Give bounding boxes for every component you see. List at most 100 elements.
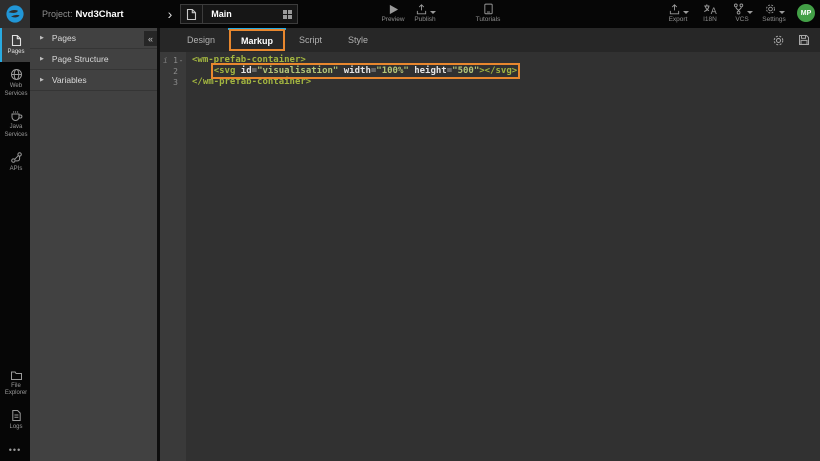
sidebar-item-web-services[interactable]: Web Services <box>0 62 30 104</box>
panel-editor-divider[interactable] <box>157 28 160 461</box>
gear-icon <box>764 2 785 15</box>
expand-triangle-icon: ▶ <box>40 56 44 62</box>
gutter-line[interactable]: 2 <box>160 66 186 77</box>
tab-script[interactable]: Script <box>286 28 335 52</box>
sidebar-bottom-group: File Explorer Logs ••• <box>0 364 30 459</box>
svg-text:A: A <box>711 7 717 15</box>
topbar-right-actions: Export A I18N VCS <box>662 2 815 23</box>
sidebar-item-label: File Explorer <box>2 383 30 399</box>
wavemaker-studio-window: Project:Nvd3Chart › Main <box>0 0 820 461</box>
project-label: Project: <box>42 9 73 19</box>
expand-triangle-icon: ▶ <box>40 77 44 83</box>
i18n-label: I18N <box>703 16 717 23</box>
publish-label: Publish <box>414 16 435 23</box>
coffee-icon <box>10 109 23 122</box>
editor-tabs-row: Design Markup Script Style <box>160 28 820 52</box>
play-icon <box>388 2 399 15</box>
code-token: width <box>344 66 371 76</box>
chevron-down-icon <box>779 11 785 14</box>
export-button[interactable]: Export <box>663 2 693 23</box>
tab-label: Markup <box>241 36 273 46</box>
ellipsis-icon: ••• <box>9 445 21 455</box>
sidebar-item-label: APIs <box>10 166 23 174</box>
tab-style[interactable]: Style <box>335 28 381 52</box>
panel-section-label: Variables <box>52 75 87 85</box>
code-token: </wm-prefab-container> <box>192 77 311 87</box>
panel-collapse-button[interactable]: « <box>144 31 157 46</box>
fold-toggle-icon[interactable]: - <box>178 55 184 66</box>
user-avatar[interactable]: MP <box>797 4 815 22</box>
code-token: "visualisation" <box>257 66 338 76</box>
code-token: ></svg> <box>479 66 517 76</box>
code-line[interactable]: </wm-prefab-container> <box>186 77 820 88</box>
grid-icon[interactable] <box>283 10 292 19</box>
preview-label: Preview <box>381 16 404 23</box>
upload-icon <box>415 2 436 15</box>
settings-button[interactable]: Settings <box>759 2 789 23</box>
code-line[interactable]: <svg id="visualisation" width="100%" hei… <box>186 66 820 77</box>
editor-gutter: i1-23 <box>160 52 186 461</box>
line-number: 3 <box>173 77 178 88</box>
tab-label: Script <box>299 35 322 45</box>
pages-panel: ▶ Pages « ▶ Page Structure ▶ Variables <box>30 28 157 461</box>
breadcrumb-chevron-icon: › <box>168 7 173 21</box>
vcs-button[interactable]: VCS <box>727 2 757 23</box>
wavemaker-logo-icon <box>5 4 25 24</box>
save-button[interactable] <box>798 34 810 46</box>
sidebar-item-logs[interactable]: Logs <box>0 403 30 437</box>
tab-label: Design <box>187 35 215 45</box>
sidebar-item-java-services[interactable]: Java Services <box>0 103 30 145</box>
project-name: Nvd3Chart <box>76 9 124 20</box>
api-connector-icon <box>10 151 23 164</box>
tab-markup[interactable]: Markup <box>228 28 286 52</box>
top-bar: Project:Nvd3Chart › Main <box>0 0 820 28</box>
code-token: height <box>414 66 447 76</box>
settings-label: Settings <box>762 16 786 23</box>
line-info-marker: i <box>163 55 168 66</box>
chevron-down-icon <box>747 11 753 14</box>
line-number: 2 <box>173 66 178 77</box>
page-tab-label: Main <box>203 9 283 19</box>
tutorials-icon <box>483 2 494 15</box>
sidebar-item-pages[interactable]: Pages <box>0 28 30 62</box>
code-token: id <box>241 66 252 76</box>
pages-icon <box>11 34 22 47</box>
tab-design[interactable]: Design <box>174 28 228 52</box>
panel-section-label: Pages <box>52 33 76 43</box>
sidebar-item-label: Logs <box>9 424 22 432</box>
left-icon-sidebar: Pages Web Services Java Services <box>0 28 30 461</box>
preview-button[interactable]: Preview <box>378 2 408 23</box>
folder-icon <box>10 370 23 381</box>
globe-icon <box>10 68 23 81</box>
panel-section-page-structure[interactable]: ▶ Page Structure <box>30 49 157 70</box>
sidebar-item-label: Java Services <box>2 124 30 140</box>
editor-code[interactable]: <wm-prefab-container> <svg id="visualisa… <box>186 52 820 461</box>
tutorials-label: Tutorials <box>476 16 501 23</box>
code-token: <wm-prefab-container> <box>192 55 306 65</box>
tutorials-button[interactable]: Tutorials <box>473 2 503 23</box>
more-options-button[interactable]: ••• <box>0 437 30 459</box>
project-breadcrumb: Project:Nvd3Chart <box>42 9 124 20</box>
editor-settings-button[interactable] <box>772 34 785 47</box>
sidebar-item-file-explorer[interactable]: File Explorer <box>0 364 30 404</box>
vcs-label: VCS <box>735 16 748 23</box>
translate-icon: A <box>703 2 717 15</box>
gutter-line[interactable]: 3 <box>160 77 186 88</box>
tab-label: Style <box>348 35 368 45</box>
publish-button[interactable]: Publish <box>410 2 440 23</box>
chevron-down-icon <box>683 11 689 14</box>
page-tab-main[interactable]: Main <box>180 4 298 24</box>
app-logo[interactable] <box>0 0 30 28</box>
sidebar-item-label: Pages <box>7 49 24 57</box>
gutter-line[interactable]: i1- <box>160 55 186 66</box>
code-line[interactable]: <wm-prefab-container> <box>186 55 820 66</box>
panel-section-variables[interactable]: ▶ Variables <box>30 70 157 91</box>
branch-icon <box>732 2 753 15</box>
markup-code-editor[interactable]: i1-23 <wm-prefab-container> <svg id="vis… <box>160 52 820 461</box>
panel-section-pages[interactable]: ▶ Pages « <box>30 28 157 49</box>
panel-section-label: Page Structure <box>52 54 109 64</box>
i18n-button[interactable]: A I18N <box>695 2 725 23</box>
sidebar-item-apis[interactable]: APIs <box>0 145 30 179</box>
code-token: "500" <box>452 66 479 76</box>
export-label: Export <box>669 16 688 23</box>
